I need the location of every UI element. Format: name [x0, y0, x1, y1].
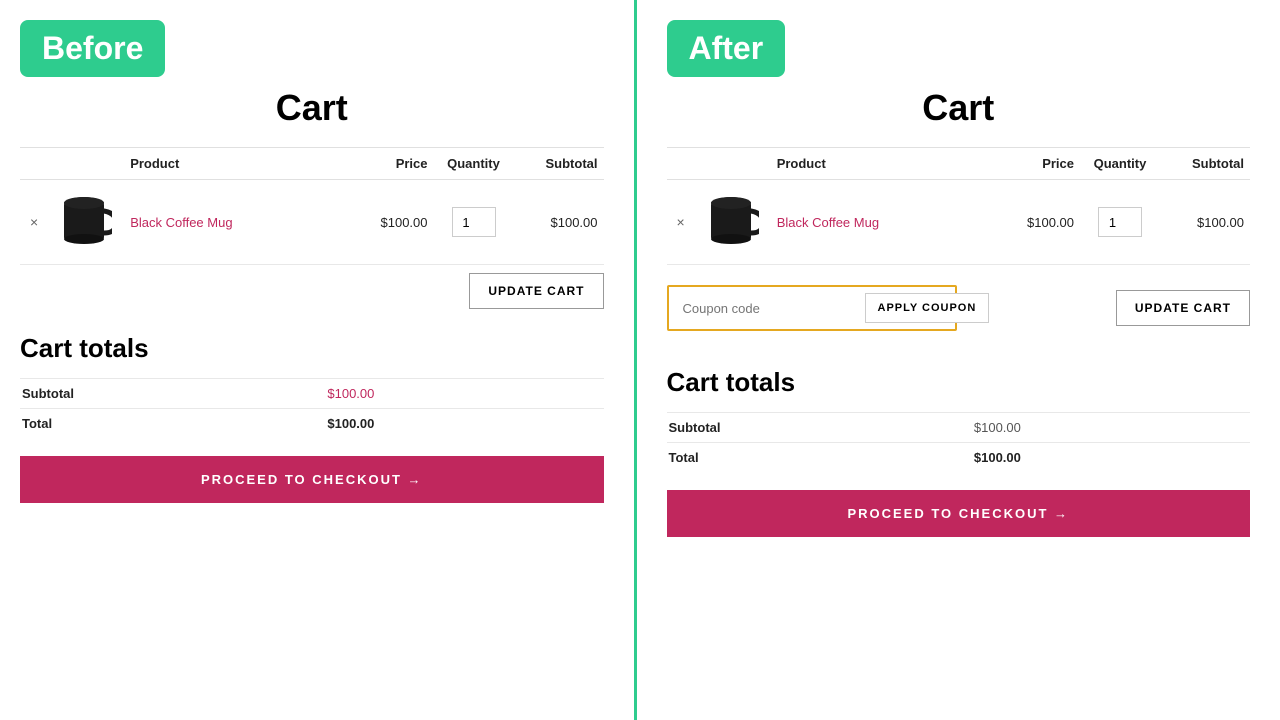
after-checkout-button[interactable]: PROCEED TO CHECKOUT → [667, 490, 1251, 537]
before-total-label: Total [20, 409, 325, 439]
before-cart-row: × Black Coffee Mug [20, 180, 604, 265]
before-cart-actions: UPDATE CART [20, 273, 604, 309]
coupon-input[interactable] [677, 297, 865, 320]
before-product-image [54, 190, 118, 254]
after-col-price: Price [1000, 148, 1080, 180]
before-subtotal: $100.00 [514, 180, 604, 265]
after-subtotal-label: Subtotal [667, 413, 972, 443]
after-qty-input[interactable] [1098, 207, 1142, 237]
before-total-value: $100.00 [325, 409, 603, 439]
before-totals-table: Subtotal $100.00 Total $100.00 [20, 378, 604, 438]
apply-coupon-button[interactable]: APPLY COUPON [865, 293, 990, 323]
after-qty-cell [1080, 180, 1160, 265]
before-col-subtotal: Subtotal [514, 148, 604, 180]
before-checkout-button[interactable]: PROCEED TO CHECKOUT → [20, 456, 604, 503]
after-badge: After [667, 20, 786, 77]
before-cart-table: Product Price Quantity Subtotal × [20, 147, 604, 265]
after-col-subtotal: Subtotal [1160, 148, 1250, 180]
after-subtotal-value: $100.00 [972, 413, 1250, 443]
coupon-section: APPLY COUPON [667, 285, 957, 331]
before-subtotal-label: Subtotal [20, 379, 325, 409]
before-update-cart-button[interactable]: UPDATE CART [469, 273, 603, 309]
before-product-link[interactable]: Black Coffee Mug [130, 215, 232, 230]
after-price: $100.00 [1000, 180, 1080, 265]
after-product-link[interactable]: Black Coffee Mug [777, 215, 879, 230]
after-total-value: $100.00 [972, 443, 1250, 473]
after-col-qty: Quantity [1080, 148, 1160, 180]
before-subtotal-value: $100.00 [325, 379, 603, 409]
before-total-row: Total $100.00 [20, 409, 604, 439]
after-total-label: Total [667, 443, 972, 473]
after-product-image [701, 190, 765, 254]
before-remove-button[interactable]: × [26, 214, 42, 230]
after-subtotal-row: Subtotal $100.00 [667, 413, 1251, 443]
before-product-name: Black Coffee Mug [124, 180, 353, 265]
before-badge: Before [20, 20, 165, 77]
after-cart-actions: APPLY COUPON UPDATE CART [667, 273, 1251, 343]
after-cart-row: × Black Coffee Mug [667, 180, 1251, 265]
after-col-product: Product [771, 148, 1000, 180]
before-panel: Before Cart Product Price Quantity Subto… [0, 0, 634, 720]
before-col-price: Price [354, 148, 434, 180]
after-total-row: Total $100.00 [667, 443, 1251, 473]
before-col-product: Product [124, 148, 353, 180]
before-qty-cell [434, 180, 514, 265]
after-totals-table: Subtotal $100.00 Total $100.00 [667, 412, 1251, 472]
before-col-qty: Quantity [434, 148, 514, 180]
before-price: $100.00 [354, 180, 434, 265]
after-update-cart-button[interactable]: UPDATE CART [1116, 290, 1250, 326]
after-cart-table: Product Price Quantity Subtotal × [667, 147, 1251, 265]
after-panel: After Cart Product Price Quantity Subtot… [637, 0, 1280, 720]
before-subtotal-row: Subtotal $100.00 [20, 379, 604, 409]
after-subtotal: $100.00 [1160, 180, 1250, 265]
after-cart-title: Cart [667, 87, 1251, 129]
after-remove-button[interactable]: × [673, 214, 689, 230]
before-cart-title: Cart [20, 87, 604, 129]
after-product-name: Black Coffee Mug [771, 180, 1000, 265]
after-cart-totals-title: Cart totals [667, 367, 1251, 398]
before-cart-totals-title: Cart totals [20, 333, 604, 364]
before-qty-input[interactable] [452, 207, 496, 237]
